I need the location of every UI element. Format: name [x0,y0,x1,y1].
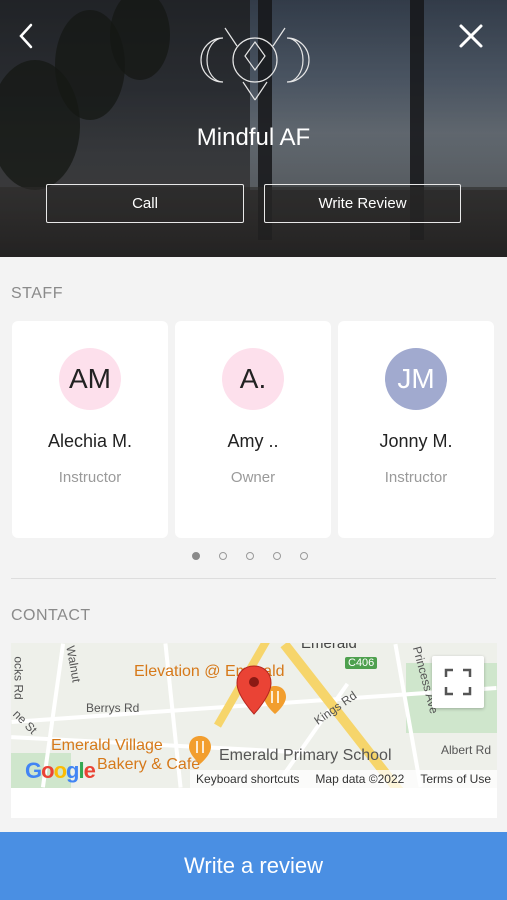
keyboard-shortcuts-link[interactable]: Keyboard shortcuts [196,772,299,786]
map-poi-label: Emerald Village [51,737,163,754]
pagination-dot[interactable] [300,552,308,560]
contact-section-title: CONTACT [11,607,91,624]
avatar: A. [222,348,284,410]
close-button[interactable] [451,16,491,56]
staff-card[interactable]: JM Jonny M. Instructor [338,321,494,538]
studio-name: Mindful AF [196,124,311,151]
pagination-dot[interactable] [273,552,281,560]
staff-role: Instructor [58,469,122,486]
pagination-dot[interactable] [219,552,227,560]
restaurant-icon [189,736,211,764]
map-footer [11,788,497,818]
fullscreen-icon [444,668,472,696]
header-banner: Mindful AF Call Write Review [0,0,507,257]
terms-of-use-link[interactable]: Terms of Use [420,772,491,786]
pagination-dot[interactable] [246,552,254,560]
close-icon [459,24,483,48]
map-label: Emerald [301,643,357,652]
staff-card[interactable]: A. Amy .. Owner [175,321,331,538]
section-divider [11,578,496,579]
map-label: ocks Rd [11,656,26,700]
location-pin-icon[interactable] [236,665,272,715]
map-label: Albert Rd [441,743,492,757]
map-data-text: Map data ©2022 [315,772,405,786]
avatar: JM [385,348,447,410]
staff-role: Instructor [384,469,448,486]
staff-section-title: STAFF [11,285,63,302]
carousel-pagination [192,552,308,560]
pagination-dot[interactable] [192,552,200,560]
staff-name: Jonny M. [379,431,453,451]
chevron-left-icon [19,23,33,49]
fullscreen-button[interactable] [432,656,484,708]
write-a-review-button[interactable]: Write a review [0,832,507,900]
call-button[interactable]: Call [46,184,244,223]
map-label: Berrys Rd [86,701,140,715]
road-badge: C406 [345,657,378,669]
map-label: Walnut [63,644,84,684]
staff-card[interactable]: AM Alechia M. Instructor [12,321,168,538]
map-attribution: Keyboard shortcuts Map data ©2022 Terms … [190,770,497,788]
staff-name: Amy .. [227,431,279,451]
staff-name: Alechia M. [47,431,133,451]
staff-role: Owner [230,469,276,486]
back-button[interactable] [6,16,46,56]
avatar: AM [59,348,121,410]
map-label: ne St [11,707,40,737]
location-map[interactable]: Emerald C406 Elevation @ Emerald Berrys … [11,643,497,788]
google-logo[interactable]: Google [25,758,96,784]
studio-logo [200,27,310,101]
map-poi-label: Bakery & Cafe [97,756,201,773]
map-poi-label: Emerald Primary School [219,747,392,764]
write-review-button[interactable]: Write Review [264,184,461,223]
